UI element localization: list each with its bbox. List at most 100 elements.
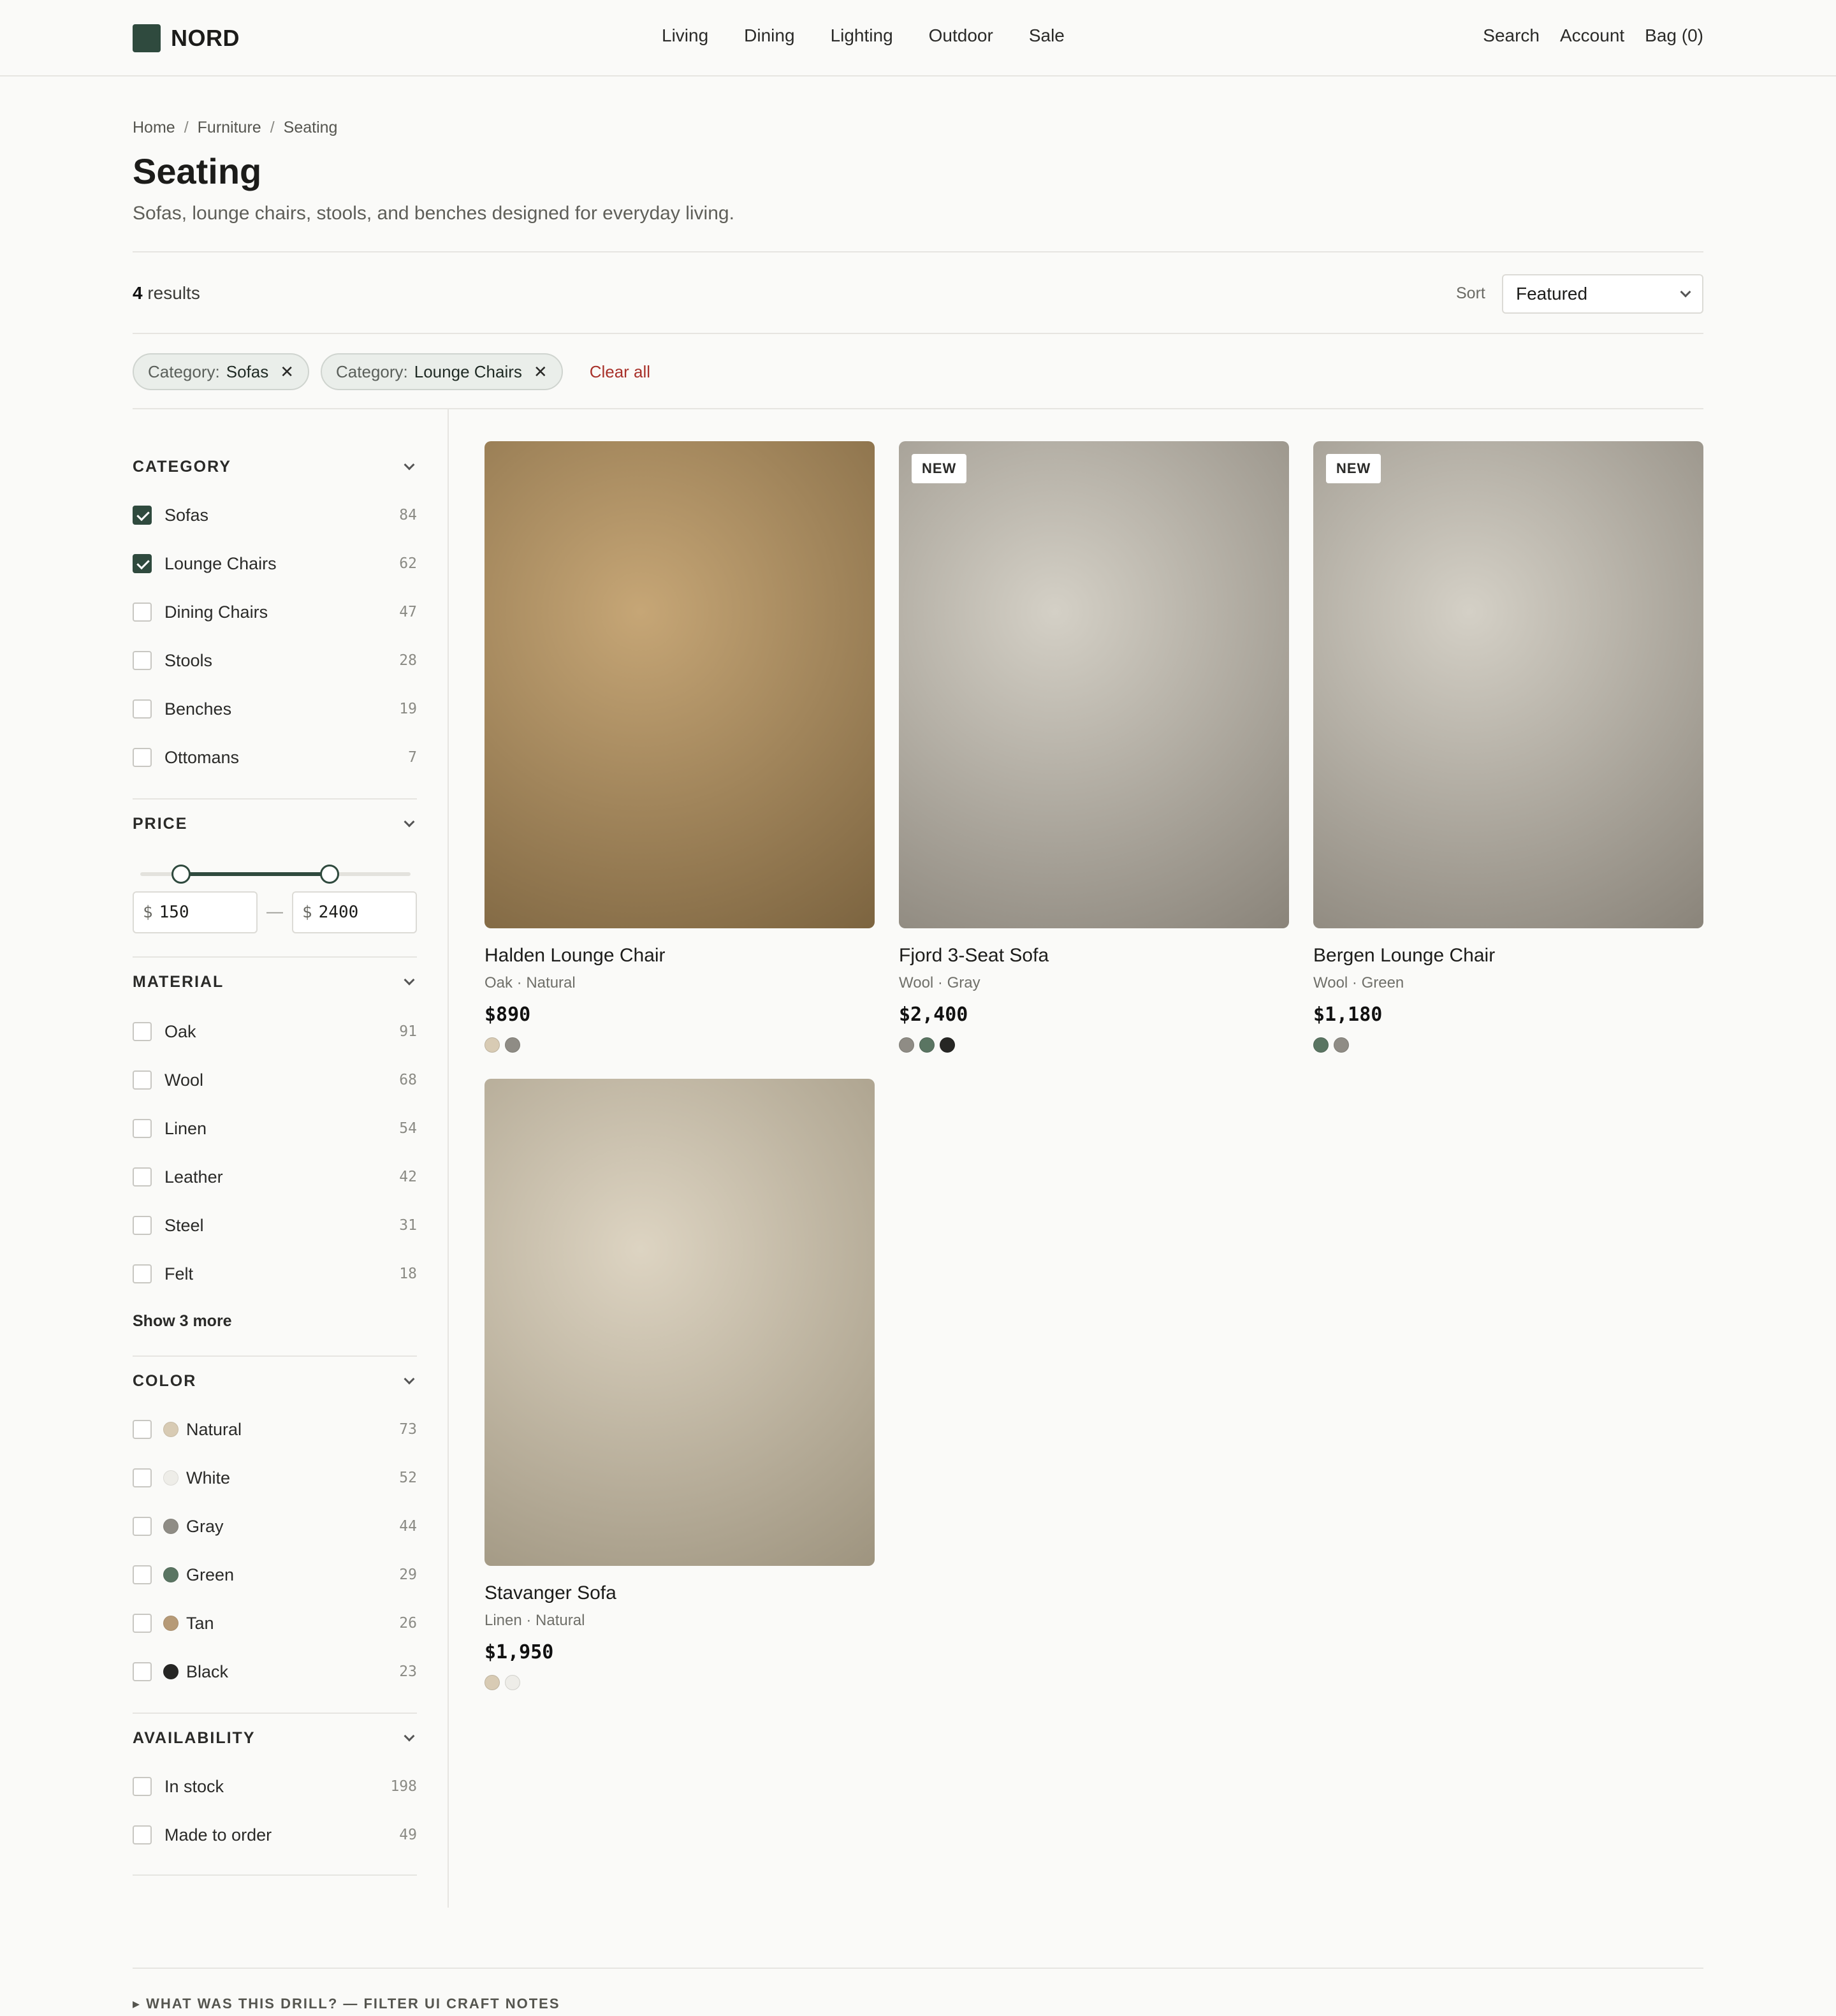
- slider-handle-max[interactable]: [319, 865, 339, 884]
- show-more-button[interactable]: Show 3 more: [133, 1312, 232, 1331]
- product-image[interactable]: [484, 441, 875, 928]
- filter-option-stools[interactable]: Stools 28: [133, 648, 417, 673]
- filter-header-category[interactable]: CATEGORY: [133, 454, 417, 479]
- filter-option-dining-chairs[interactable]: Dining Chairs 47: [133, 599, 417, 625]
- chip-value: Sofas: [226, 362, 269, 381]
- product-name[interactable]: Stavanger Sofa: [484, 1582, 875, 1604]
- close-icon[interactable]: ✕: [534, 362, 548, 382]
- bag-link[interactable]: Bag (0): [1645, 26, 1703, 46]
- checkbox[interactable]: [133, 1517, 152, 1536]
- filter-option-green[interactable]: Green 29: [133, 1562, 417, 1588]
- nav-outdoor[interactable]: Outdoor: [929, 26, 993, 46]
- checkbox[interactable]: [133, 1614, 152, 1633]
- filter-option-leather[interactable]: Leather 42: [133, 1164, 417, 1190]
- product-card[interactable]: NEW Fjord 3-Seat Sofa Wool · Gray $2,400: [899, 441, 1289, 1053]
- filter-option-sofas[interactable]: Sofas 84: [133, 502, 417, 528]
- color-dot[interactable]: [505, 1037, 520, 1053]
- price-max-input[interactable]: $ 2400: [292, 891, 417, 933]
- filter-option-lounge-chairs[interactable]: Lounge Chairs 62: [133, 551, 417, 576]
- filter-option-ottomans[interactable]: Ottomans 7: [133, 745, 417, 770]
- filter-option-white[interactable]: White 52: [133, 1465, 417, 1491]
- slider-handle-min[interactable]: [171, 865, 191, 884]
- filter-option-in-stock[interactable]: In stock 198: [133, 1774, 417, 1799]
- checkbox[interactable]: [133, 699, 152, 719]
- page-subtitle: Sofas, lounge chairs, stools, and benche…: [133, 203, 734, 224]
- price-min-value: 150: [159, 903, 189, 922]
- option-label: Black: [186, 1662, 229, 1681]
- option-count: 49: [399, 1827, 417, 1843]
- filter-option-oak[interactable]: Oak 91: [133, 1019, 417, 1044]
- breadcrumb-furniture[interactable]: Furniture: [198, 119, 261, 137]
- checkbox[interactable]: [133, 1825, 152, 1844]
- checkbox[interactable]: [133, 1022, 152, 1041]
- checkbox[interactable]: [133, 1662, 152, 1681]
- product-image[interactable]: NEW: [899, 441, 1289, 928]
- product-meta: Wool · Gray: [899, 974, 980, 991]
- color-dot[interactable]: [899, 1037, 914, 1053]
- filter-option-gray[interactable]: Gray 44: [133, 1514, 417, 1539]
- checkbox[interactable]: [133, 1119, 152, 1138]
- color-dot[interactable]: [940, 1037, 955, 1053]
- nav-living[interactable]: Living: [662, 26, 708, 46]
- product-card[interactable]: Halden Lounge Chair Oak · Natural $890: [484, 441, 875, 1053]
- filter-header-price[interactable]: PRICE: [133, 811, 417, 836]
- product-name[interactable]: Fjord 3-Seat Sofa: [899, 945, 1289, 967]
- color-dot[interactable]: [919, 1037, 935, 1053]
- nav-sale[interactable]: Sale: [1029, 26, 1065, 46]
- color-dot[interactable]: [1313, 1037, 1329, 1053]
- option-count: 28: [399, 652, 417, 669]
- product-image[interactable]: [484, 1079, 875, 1566]
- color-dot[interactable]: [1334, 1037, 1349, 1053]
- checkbox[interactable]: [133, 1216, 152, 1235]
- color-dot[interactable]: [484, 1675, 500, 1690]
- filter-option-natural[interactable]: Natural 73: [133, 1417, 417, 1442]
- filter-option-made-to-order[interactable]: Made to order 49: [133, 1822, 417, 1848]
- drill-notes-toggle[interactable]: ▸ WHAT WAS THIS DRILL? — FILTER UI CRAFT…: [133, 1996, 560, 2012]
- clear-all-button[interactable]: Clear all: [590, 362, 650, 382]
- checkbox-checked[interactable]: [133, 506, 152, 525]
- product-meta: Linen · Natural: [484, 1612, 585, 1629]
- results-number: 4: [133, 283, 143, 303]
- filter-header-color[interactable]: COLOR: [133, 1368, 417, 1394]
- checkbox[interactable]: [133, 1468, 152, 1487]
- product-card[interactable]: Stavanger Sofa Linen · Natural $1,950: [484, 1079, 875, 1690]
- color-dot[interactable]: [484, 1037, 500, 1053]
- account-link[interactable]: Account: [1560, 26, 1624, 46]
- filter-option-wool[interactable]: Wool 68: [133, 1067, 417, 1093]
- checkbox[interactable]: [133, 748, 152, 767]
- filter-title: AVAILABILITY: [133, 1728, 256, 1747]
- option-count: 26: [399, 1615, 417, 1632]
- nav-lighting[interactable]: Lighting: [831, 26, 893, 46]
- price-min-input[interactable]: $ 150: [133, 891, 258, 933]
- close-icon[interactable]: ✕: [280, 362, 294, 382]
- filter-header-availability[interactable]: AVAILABILITY: [133, 1725, 417, 1751]
- filter-option-felt[interactable]: Felt 18: [133, 1261, 417, 1287]
- checkbox[interactable]: [133, 1565, 152, 1584]
- product-name[interactable]: Bergen Lounge Chair: [1313, 945, 1703, 967]
- color-dot[interactable]: [505, 1675, 520, 1690]
- checkbox[interactable]: [133, 1420, 152, 1439]
- price-slider[interactable]: [140, 861, 411, 886]
- checkbox[interactable]: [133, 1264, 152, 1283]
- filter-option-tan[interactable]: Tan 26: [133, 1611, 417, 1636]
- filter-header-material[interactable]: MATERIAL: [133, 969, 417, 995]
- product-card[interactable]: NEW Bergen Lounge Chair Wool · Green $1,…: [1313, 441, 1703, 1053]
- checkbox[interactable]: [133, 1070, 152, 1090]
- sort-select[interactable]: Featured: [1502, 274, 1703, 314]
- checkbox[interactable]: [133, 651, 152, 670]
- product-image[interactable]: NEW: [1313, 441, 1703, 928]
- nav-dining[interactable]: Dining: [744, 26, 794, 46]
- filter-option-benches[interactable]: Benches 19: [133, 696, 417, 722]
- checkbox[interactable]: [133, 1777, 152, 1796]
- product-name[interactable]: Halden Lounge Chair: [484, 945, 875, 967]
- checkbox[interactable]: [133, 1167, 152, 1187]
- checkbox[interactable]: [133, 603, 152, 622]
- search-link[interactable]: Search: [1483, 26, 1540, 46]
- breadcrumb-home[interactable]: Home: [133, 119, 175, 137]
- filter-option-black[interactable]: Black 23: [133, 1659, 417, 1684]
- logo[interactable]: NORD: [133, 24, 240, 52]
- filter-option-linen[interactable]: Linen 54: [133, 1116, 417, 1141]
- filter-option-steel[interactable]: Steel 31: [133, 1213, 417, 1238]
- checkbox-checked[interactable]: [133, 554, 152, 573]
- filter-title: MATERIAL: [133, 972, 224, 991]
